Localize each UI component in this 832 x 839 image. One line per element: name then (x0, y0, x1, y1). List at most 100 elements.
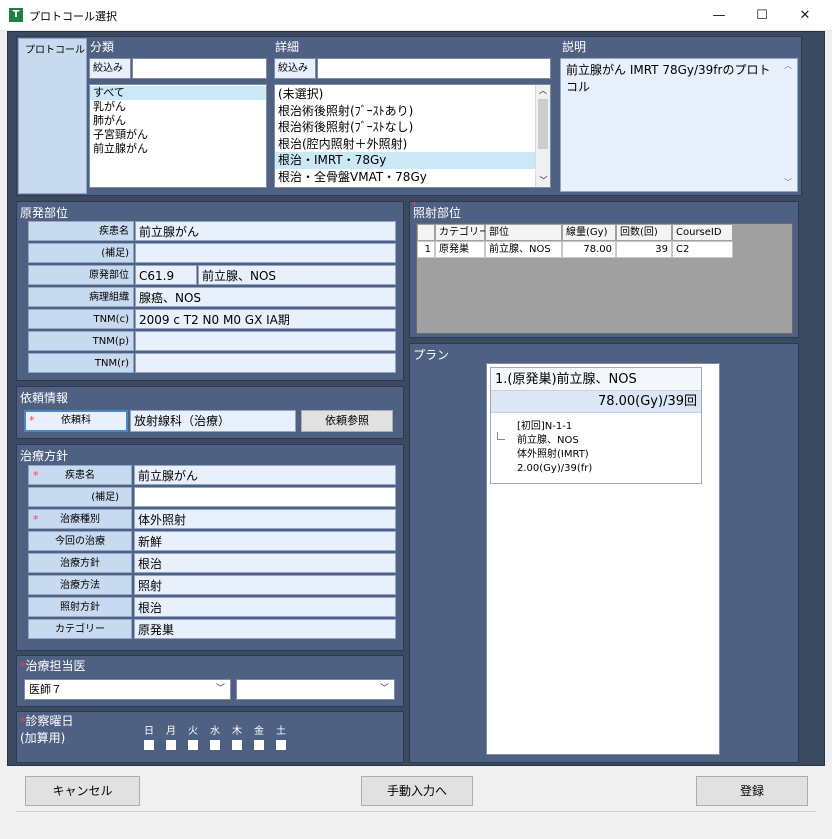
shosai-filter-input[interactable] (317, 58, 551, 79)
shosai-item[interactable]: 根治・IMRT・78Gy (275, 152, 535, 169)
bunrui-item[interactable]: すべて (90, 86, 266, 100)
protocol-tab-label: プロトコール (25, 45, 85, 56)
chiryo-row: (補足) (28, 487, 396, 509)
minimize-button[interactable]: — (696, 0, 742, 31)
shosha-cell[interactable]: 原発巣 (435, 241, 485, 258)
weekday-4[interactable]: 木 (231, 722, 243, 750)
scroll-thumb[interactable] (538, 99, 548, 149)
weekday-checkbox[interactable] (144, 740, 154, 750)
shosha-cell[interactable]: 前立腺、NOS (485, 241, 562, 258)
bunrui-filter-input[interactable] (132, 58, 267, 79)
genpatsu-row-label: TNM(r) (28, 353, 134, 373)
shosha-col-header[interactable]: 回数(回) (616, 224, 672, 241)
maximize-button[interactable]: ☐ (739, 0, 785, 31)
weekday-5[interactable]: 金 (253, 722, 265, 750)
chiryo-row-value: 新鮮 (134, 531, 396, 551)
irai-value: 放射線科（治療） (130, 410, 296, 432)
genpatsu-row: TNM(p) (28, 331, 396, 353)
cancel-button[interactable]: キャンセル (25, 776, 140, 806)
genpatsu-row-value (135, 353, 396, 373)
genpatsu-row: 疾患名 前立腺がん (28, 221, 396, 243)
chiryo-row-label-text: 治療方法 (60, 580, 100, 591)
weekday-1[interactable]: 月 (165, 722, 177, 750)
chiryo-row-label-text: 今回の治療 (55, 536, 105, 547)
genpatsu-row: 病理組織 腺癌、NOS (28, 287, 396, 309)
shinsatsu-title: *診察曜日 (加算用) (20, 713, 74, 746)
shosha-col-header[interactable]: CourseID (672, 224, 733, 241)
weekday-label: 木 (232, 726, 242, 737)
weekday-checkbox[interactable] (166, 740, 176, 750)
scroll-down-icon[interactable]: ﹀ (536, 175, 551, 187)
shosha-col-header[interactable]: 部位 (485, 224, 562, 241)
shosha-cell[interactable]: 1 (417, 241, 435, 258)
shinsatsu-subtitle: (加算用) (20, 731, 66, 745)
weekday-6[interactable]: 土 (275, 722, 287, 750)
weekday-0[interactable]: 日 (143, 722, 155, 750)
chiryo-row-value[interactable] (134, 487, 396, 507)
genpatsu-row-value: 2009 c T2 N0 M0 GX ⅠA期 (135, 309, 396, 329)
weekday-label: 土 (276, 726, 286, 737)
weekday-checkbox[interactable] (188, 740, 198, 750)
chiryo-row-label-text: 照射方針 (60, 602, 100, 613)
doctor2-select[interactable]: ﹀ (236, 679, 395, 700)
setsumei-scroll-up-icon[interactable]: ︿ (781, 60, 795, 71)
genpatsu-row-label: TNM(c) (28, 309, 134, 329)
bunrui-item[interactable]: 肺がん (90, 114, 266, 128)
bunrui-item[interactable]: 乳がん (90, 100, 266, 114)
weekday-checkbox[interactable] (254, 740, 264, 750)
chiryo-row-value: 体外照射 (134, 509, 396, 529)
weekday-label: 火 (188, 726, 198, 737)
shosai-scrollbar[interactable]: ︿ ﹀ (535, 85, 550, 187)
shosai-item[interactable]: 根治(腔内照射＋外照射) (275, 136, 535, 153)
chiryo-row-label-text: カテゴリー (55, 624, 105, 635)
chiryo-row-label-text: 疾患名 (65, 470, 95, 481)
plan-detail-line: [初回]N-1-1 (517, 421, 573, 432)
weekday-2[interactable]: 火 (187, 722, 199, 750)
setsumei-title: 説明 (562, 40, 587, 54)
shosai-item[interactable]: 根治・全骨盤VMAT・78Gy (275, 169, 535, 186)
manual-input-button[interactable]: 手動入力へ (361, 776, 473, 806)
shosai-item[interactable]: (未選択) (275, 86, 535, 103)
irai-label[interactable]: * 依頼科 (24, 410, 128, 432)
close-button[interactable]: ✕ (782, 0, 828, 31)
shosha-col-header[interactable]: 線量(Gy) (562, 224, 616, 241)
scroll-up-icon[interactable]: ︿ (536, 85, 550, 97)
shosha-cell[interactable]: C2 (672, 241, 733, 258)
weekday-checkbox[interactable] (232, 740, 242, 750)
protocol-tab[interactable]: プロトコール (18, 38, 87, 194)
shosha-col-header[interactable]: カテゴリー (435, 224, 489, 241)
shosha-cell[interactable]: 39 (616, 241, 672, 258)
chiryo-row-label: * 治療種別 (28, 509, 132, 529)
doctor-select[interactable]: 医師７ ﹀ (24, 679, 231, 700)
setsumei-scroll-down-icon[interactable]: ﹀ (781, 177, 795, 188)
shosha-cell[interactable]: 78.00 (562, 241, 616, 258)
bunrui-item[interactable]: 子宮頸がん (90, 128, 266, 142)
genpatsu-title: 原発部位 (20, 206, 69, 220)
weekday-checkbox[interactable] (210, 740, 220, 750)
register-button[interactable]: 登録 (696, 776, 808, 806)
genpatsu-row-value: 前立腺、NOS (198, 265, 396, 285)
shosai-item[interactable]: 根治術後照射(ﾌﾞｰｽﾄなし) (275, 119, 535, 136)
shosai-item[interactable]: 根治術後照射(ﾌﾞｰｽﾄあり) (275, 103, 535, 120)
shosai-list[interactable]: (未選択) 根治術後照射(ﾌﾞｰｽﾄあり) 根治術後照射(ﾌﾞｰｽﾄなし) 根治(腔内… (274, 84, 551, 188)
genpatsu-row: (補足) (28, 243, 396, 265)
chiryo-row-label: (補足) (28, 487, 132, 507)
required-mark: * (33, 513, 39, 526)
chiryo-row: 治療方法 照射 (28, 575, 396, 597)
genpatsu-row-label: 疾患名 (28, 221, 134, 241)
chiryo-row-label: カテゴリー (28, 619, 132, 639)
genpatsu-row-code: C61.9 (135, 265, 197, 285)
setsumei-text: 前立腺がん IMRT 78Gy/39frのプロトコル (560, 58, 798, 192)
weekday-3[interactable]: 水 (209, 722, 221, 750)
genpatsu-row-value: 腺癌、NOS (135, 287, 396, 307)
chiryo-row-label-text: 治療種別 (60, 514, 100, 525)
plan-card[interactable]: 1.(原発巣)前立腺、NOS 78.00(Gy)/39回 [初回]N-1-1 前立… (490, 367, 702, 484)
weekday-checkbox[interactable] (276, 740, 286, 750)
shosai-title: 詳細 (275, 40, 300, 54)
plan-title: プラン (413, 348, 450, 362)
irai-ref-button[interactable]: 依頼参照 (301, 410, 393, 432)
bunrui-list[interactable]: すべて 乳がん 肺がん 子宮頸がん 前立腺がん (89, 84, 267, 188)
bunrui-item[interactable]: 前立腺がん (90, 142, 266, 156)
tanto-title: *治療担当医 (20, 657, 86, 674)
shosha-col-header[interactable] (417, 224, 435, 241)
